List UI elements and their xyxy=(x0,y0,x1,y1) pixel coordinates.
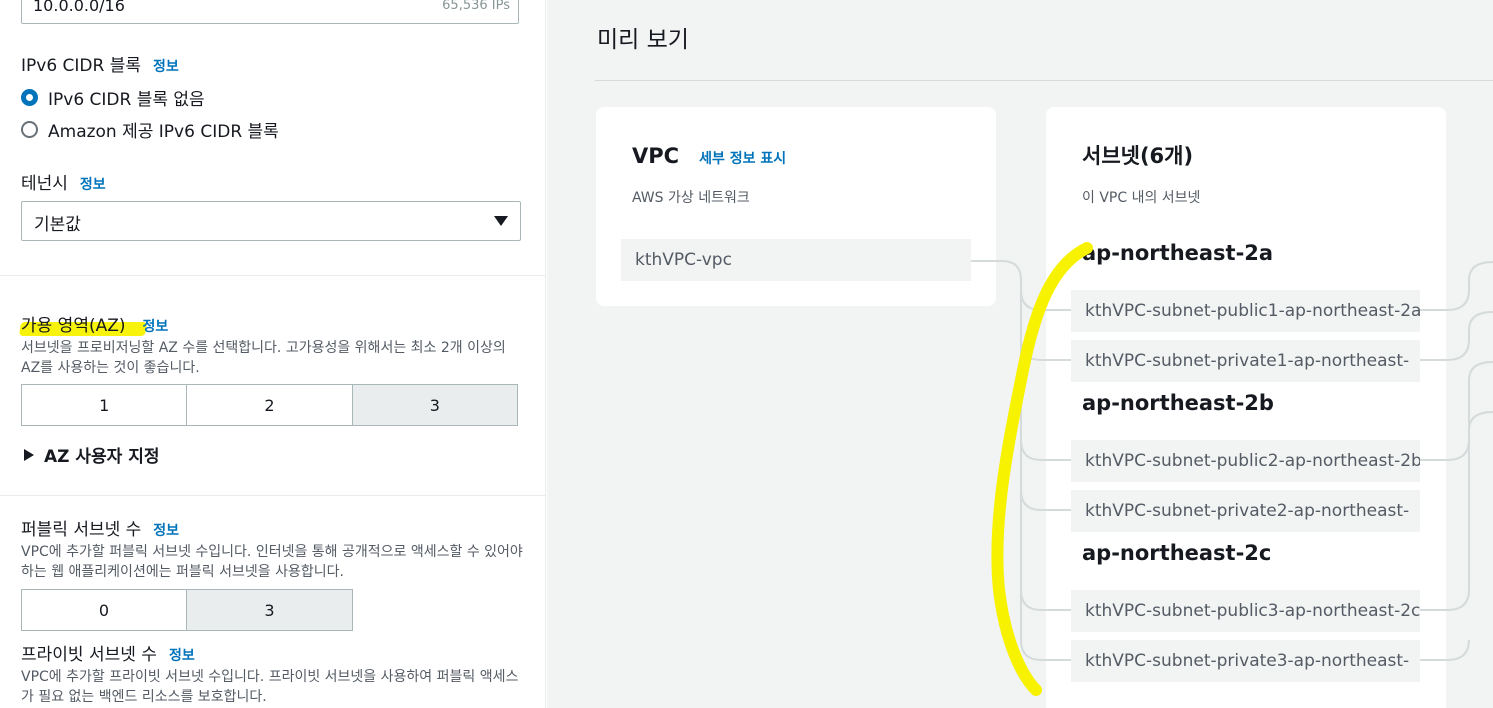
preview-panel: 미리 보기 VPC 세부 정보 표시 AWS 가상 네트워크 kthVPC-vp… xyxy=(547,0,1493,708)
ipv6-option-none[interactable]: IPv6 CIDR 블록 없음 xyxy=(21,85,205,110)
subnet-resource: kthVPC-subnet-private2-ap-northeast- xyxy=(1071,490,1420,532)
tenancy-label: 테넌시 xyxy=(21,174,68,194)
subnets-card: 서브넷(6개) 이 VPC 내의 서브넷 ap-northeast-2a kth… xyxy=(1046,107,1446,708)
subnet-resource: kthVPC-subnet-private1-ap-northeast- xyxy=(1071,340,1420,382)
preview-divider xyxy=(595,80,1493,81)
ipv6-option-none-label: IPv6 CIDR 블록 없음 xyxy=(48,90,205,110)
subnet-resource: kthVPC-subnet-public1-ap-northeast-2a xyxy=(1071,290,1420,332)
preview-title: 미리 보기 xyxy=(597,27,689,53)
public-subnets-description: VPC에 추가할 퍼블릭 서브넷 수입니다. 인터넷을 통해 공개적으로 액세스… xyxy=(21,544,523,580)
az-option-2[interactable]: 2 xyxy=(187,385,353,425)
az-group-heading: ap-northeast-2a xyxy=(1082,241,1274,265)
az-option-3[interactable]: 3 xyxy=(352,385,517,425)
subnets-card-title: 서브넷(6개) xyxy=(1082,144,1194,168)
ipv6-label: IPv6 CIDR 블록 xyxy=(21,56,142,76)
ipv4-cidr-ip-count: 65,536 IPs xyxy=(442,0,510,13)
private-subnets-info-link[interactable]: 정보 xyxy=(169,645,195,665)
private-subnets-header: 프라이빗 서브넷 수 정보 xyxy=(21,640,195,665)
az-custom-expander[interactable]: AZ 사용자 지정 xyxy=(24,442,160,467)
vpc-details-link[interactable]: 세부 정보 표시 xyxy=(699,148,786,168)
ipv6-option-amazon[interactable]: Amazon 제공 IPv6 CIDR 블록 xyxy=(21,117,279,142)
public-subnets-label: 퍼블릭 서브넷 수 xyxy=(21,520,142,540)
private-subnets-label: 프라이빗 서브넷 수 xyxy=(21,645,157,665)
az-group-heading: ap-northeast-2c xyxy=(1082,541,1272,565)
public-subnets-header: 퍼블릭 서브넷 수 정보 xyxy=(21,515,179,540)
caret-down-icon xyxy=(494,216,508,226)
caret-right-icon xyxy=(24,448,34,461)
public-subnets-option-3[interactable]: 3 xyxy=(187,590,352,630)
public-subnets-option-0[interactable]: 0 xyxy=(22,590,187,630)
tenancy-select-value: 기본값 xyxy=(34,215,81,235)
az-group-heading: ap-northeast-2b xyxy=(1082,391,1274,415)
ipv4-cidr-input[interactable]: 10.0.0.0/16 65,536 IPs xyxy=(21,0,519,24)
section-divider xyxy=(0,495,546,496)
az-count-segmented-control: 1 2 3 xyxy=(21,384,518,426)
az-custom-expander-label: AZ 사용자 지정 xyxy=(44,447,160,467)
az-description: 서브넷을 프로비저닝할 AZ 수를 선택합니다. 고가용성을 위해서는 최소 2… xyxy=(21,340,506,376)
radio-selected-icon[interactable] xyxy=(21,89,38,106)
public-subnets-info-link[interactable]: 정보 xyxy=(153,520,179,540)
az-header: 가용 영역(AZ) 정보 xyxy=(21,311,168,336)
ipv6-info-link[interactable]: 정보 xyxy=(153,56,179,76)
vpc-resource: kthVPC-vpc xyxy=(621,239,971,281)
tenancy-header: 테넌시 정보 xyxy=(21,169,106,194)
subnet-resource: kthVPC-subnet-private3-ap-northeast- xyxy=(1071,640,1420,682)
az-label: 가용 영역(AZ) xyxy=(21,316,126,336)
vpc-card-header: VPC 세부 정보 표시 xyxy=(632,144,786,168)
section-divider xyxy=(0,275,546,276)
ipv6-option-amazon-label: Amazon 제공 IPv6 CIDR 블록 xyxy=(48,122,279,142)
subnet-resource: kthVPC-subnet-public2-ap-northeast-2b xyxy=(1071,440,1420,482)
radio-unselected-icon[interactable] xyxy=(21,121,38,138)
private-subnets-description: VPC에 추가할 프라이빗 서브넷 수입니다. 프라이빗 서브넷을 사용하여 퍼… xyxy=(21,669,519,705)
az-info-link[interactable]: 정보 xyxy=(143,316,169,336)
subnets-card-subtitle: 이 VPC 내의 서브넷 xyxy=(1082,190,1201,206)
ipv4-cidr-value: 10.0.0.0/16 xyxy=(33,0,125,15)
vpc-card-title: VPC xyxy=(632,144,680,168)
tenancy-info-link[interactable]: 정보 xyxy=(80,174,106,194)
public-subnets-segmented-control: 0 3 xyxy=(21,589,353,631)
vpc-card-subtitle: AWS 가상 네트워크 xyxy=(632,190,750,206)
subnet-resource: kthVPC-subnet-public3-ap-northeast-2c xyxy=(1071,590,1420,632)
az-option-1[interactable]: 1 xyxy=(22,385,188,425)
ipv6-header: IPv6 CIDR 블록 정보 xyxy=(21,51,179,76)
vpc-card: VPC 세부 정보 표시 AWS 가상 네트워크 kthVPC-vpc xyxy=(596,107,996,306)
vpc-settings-form: 10.0.0.0/16 65,536 IPs IPv6 CIDR 블록 정보 I… xyxy=(0,0,546,708)
tenancy-select[interactable]: 기본값 xyxy=(21,201,521,241)
